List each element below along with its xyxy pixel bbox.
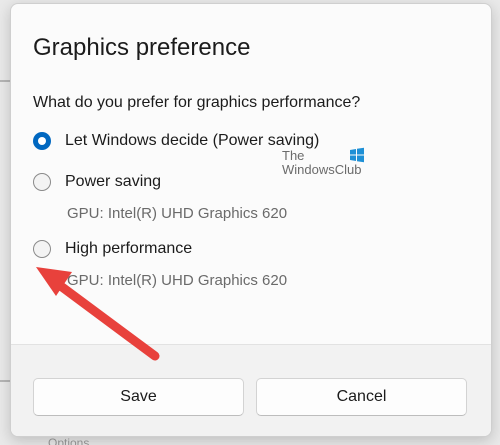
background-text: Options bbox=[48, 436, 90, 445]
background-line bbox=[0, 380, 10, 382]
question-text: What do you prefer for graphics performa… bbox=[33, 94, 361, 111]
option-label: Power saving bbox=[65, 173, 162, 190]
gpu-info-power-saving: GPU: Intel(R) UHD Graphics 620 bbox=[67, 205, 288, 222]
background-line bbox=[0, 80, 10, 82]
watermark-line-2: WindowsClub bbox=[282, 162, 362, 177]
radio-unselected-icon[interactable] bbox=[33, 240, 51, 258]
gpu-info-high-performance: GPU: Intel(R) UHD Graphics 620 bbox=[67, 272, 288, 289]
option-high-performance[interactable]: High performance bbox=[33, 240, 192, 258]
option-let-windows-decide[interactable]: Let Windows decide (Power saving) bbox=[33, 132, 319, 150]
dialog-title: Graphics preference bbox=[33, 34, 251, 61]
dialog-footer: Save Cancel bbox=[11, 344, 491, 436]
graphics-preference-dialog: Graphics preference What do you prefer f… bbox=[10, 3, 492, 437]
radio-unselected-icon[interactable] bbox=[33, 173, 51, 191]
option-label: High performance bbox=[65, 240, 193, 257]
option-power-saving[interactable]: Power saving bbox=[33, 173, 161, 191]
save-button[interactable]: Save bbox=[33, 378, 244, 416]
screen: Options Graphics preference What do you … bbox=[0, 0, 500, 445]
windowsclub-logo-icon bbox=[350, 147, 364, 163]
radio-selected-icon[interactable] bbox=[33, 132, 51, 150]
cancel-button[interactable]: Cancel bbox=[256, 378, 467, 416]
